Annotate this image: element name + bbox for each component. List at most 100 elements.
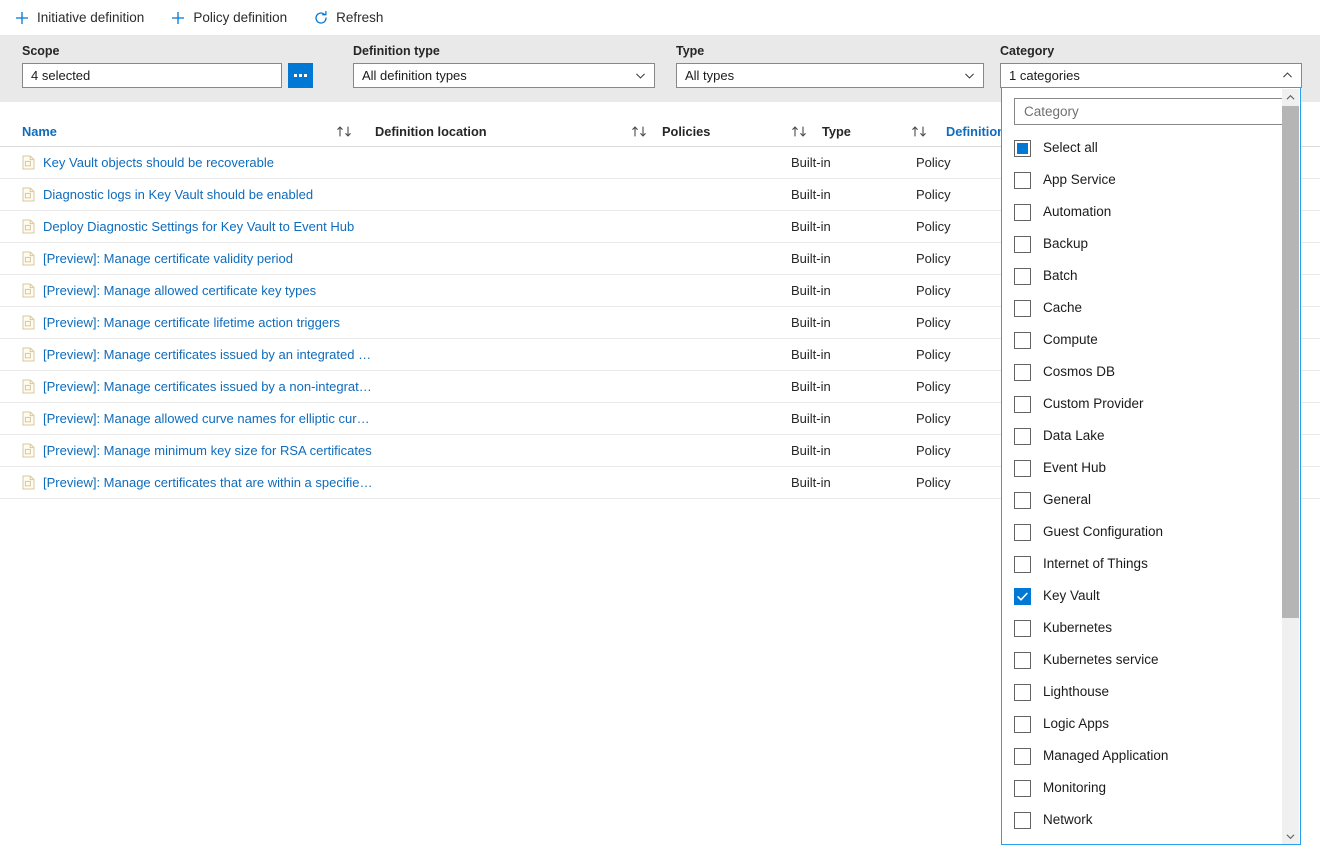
category-option[interactable]: Event Hub bbox=[1014, 452, 1300, 484]
category-dropdown-scrollbar[interactable] bbox=[1282, 89, 1299, 845]
checkbox-unchecked-icon[interactable] bbox=[1014, 780, 1031, 797]
sort-toggle-name[interactable] bbox=[336, 125, 375, 138]
checkbox-unchecked-icon[interactable] bbox=[1014, 524, 1031, 541]
category-option[interactable]: Backup bbox=[1014, 228, 1300, 260]
checkbox-unchecked-icon[interactable] bbox=[1014, 172, 1031, 189]
category-option[interactable]: Cosmos DB bbox=[1014, 356, 1300, 388]
policy-name-link[interactable]: [Preview]: Manage certificates that are … bbox=[43, 475, 372, 490]
category-option[interactable]: Kubernetes service bbox=[1014, 644, 1300, 676]
cell-name: [Preview]: Manage certificate lifetime a… bbox=[22, 315, 375, 330]
new-initiative-definition-button[interactable]: Initiative definition bbox=[14, 3, 154, 33]
category-option-label: Backup bbox=[1043, 237, 1088, 251]
cell-type: Built-in bbox=[791, 379, 916, 394]
category-option-list: Select all App ServiceAutomation Backup Ba… bbox=[1002, 132, 1300, 836]
checkbox-unchecked-icon[interactable] bbox=[1014, 652, 1031, 669]
policy-name-link[interactable]: [Preview]: Manage allowed certificate ke… bbox=[43, 283, 316, 298]
chevron-up-icon bbox=[1286, 93, 1295, 102]
category-select[interactable]: 1 categories bbox=[1000, 63, 1302, 88]
type-label: Type bbox=[676, 44, 984, 58]
checkbox-unchecked-icon[interactable] bbox=[1014, 812, 1031, 829]
checkbox-checked-icon[interactable] bbox=[1014, 588, 1031, 605]
checkbox-unchecked-icon[interactable] bbox=[1014, 428, 1031, 445]
refresh-icon bbox=[313, 10, 329, 26]
policy-name-link[interactable]: [Preview]: Manage certificates issued by… bbox=[43, 347, 375, 362]
category-option[interactable]: Custom Provider bbox=[1014, 388, 1300, 420]
policy-name-link[interactable]: [Preview]: Manage certificates issued by… bbox=[43, 379, 372, 394]
checkbox-unchecked-icon[interactable] bbox=[1014, 268, 1031, 285]
definition-type-select[interactable]: All definition types bbox=[353, 63, 655, 88]
checkbox-unchecked-icon[interactable] bbox=[1014, 620, 1031, 637]
category-option[interactable]: General bbox=[1014, 484, 1300, 516]
column-header-type[interactable]: Type bbox=[822, 124, 911, 139]
policy-name-link[interactable]: [Preview]: Manage allowed curve names fo… bbox=[43, 411, 375, 426]
cell-type: Built-in bbox=[791, 283, 916, 298]
category-option[interactable]: Cache bbox=[1014, 292, 1300, 324]
category-option[interactable]: Key Vault bbox=[1014, 580, 1300, 612]
checkbox-unchecked-icon[interactable] bbox=[1014, 716, 1031, 733]
scope-filter: Scope 4 selected bbox=[22, 44, 314, 88]
category-option[interactable]: Automation bbox=[1014, 196, 1300, 228]
category-option[interactable]: Managed Application bbox=[1014, 740, 1300, 772]
cell-type: Built-in bbox=[791, 411, 916, 426]
category-option-label: Compute bbox=[1043, 333, 1098, 347]
policy-name-link[interactable]: [Preview]: Manage certificate lifetime a… bbox=[43, 315, 340, 330]
chevron-down-icon bbox=[963, 69, 976, 82]
category-option-label: Internet of Things bbox=[1043, 557, 1148, 571]
sort-toggle-policies[interactable] bbox=[791, 125, 822, 138]
column-header-policies[interactable]: Policies bbox=[662, 124, 791, 139]
dot-icon bbox=[299, 74, 302, 77]
checkbox-unchecked-icon[interactable] bbox=[1014, 364, 1031, 381]
checkbox-unchecked-icon[interactable] bbox=[1014, 492, 1031, 509]
policy-name-link[interactable]: Key Vault objects should be recoverable bbox=[43, 155, 274, 170]
checkbox-unchecked-icon[interactable] bbox=[1014, 204, 1031, 221]
checkbox-unchecked-icon[interactable] bbox=[1014, 236, 1031, 253]
checkbox-unchecked-icon[interactable] bbox=[1014, 684, 1031, 701]
scope-input[interactable]: 4 selected bbox=[22, 63, 282, 88]
category-option[interactable]: Network bbox=[1014, 804, 1300, 836]
category-option[interactable]: Logic Apps bbox=[1014, 708, 1300, 740]
policy-document-icon bbox=[22, 315, 35, 330]
command-toolbar: Initiative definition Policy definition … bbox=[0, 0, 1320, 36]
category-option[interactable]: Data Lake bbox=[1014, 420, 1300, 452]
category-option[interactable]: Monitoring bbox=[1014, 772, 1300, 804]
sort-toggle-type[interactable] bbox=[911, 125, 946, 138]
scope-ellipsis-button[interactable] bbox=[288, 63, 313, 88]
checkbox-unchecked-icon[interactable] bbox=[1014, 396, 1031, 413]
category-filter: Category 1 categories bbox=[1000, 44, 1302, 88]
column-header-name[interactable]: Name bbox=[22, 124, 336, 139]
type-select[interactable]: All types bbox=[676, 63, 984, 88]
checkbox-unchecked-icon[interactable] bbox=[1014, 300, 1031, 317]
category-search-input[interactable] bbox=[1014, 98, 1288, 125]
category-option-select-all[interactable]: Select all bbox=[1014, 132, 1300, 164]
refresh-button[interactable]: Refresh bbox=[313, 3, 393, 33]
category-option[interactable]: Batch bbox=[1014, 260, 1300, 292]
category-option[interactable]: App Service bbox=[1014, 164, 1300, 196]
category-option[interactable]: Internet of Things bbox=[1014, 548, 1300, 580]
column-header-definition-location[interactable]: Definition location bbox=[375, 124, 631, 139]
category-option[interactable]: Lighthouse bbox=[1014, 676, 1300, 708]
new-initiative-definition-label: Initiative definition bbox=[37, 11, 144, 25]
checkbox-unchecked-icon[interactable] bbox=[1014, 460, 1031, 477]
category-option[interactable]: Compute bbox=[1014, 324, 1300, 356]
scroll-down-button[interactable] bbox=[1282, 828, 1299, 845]
policy-document-icon bbox=[22, 283, 35, 298]
checkbox-unchecked-icon[interactable] bbox=[1014, 556, 1031, 573]
new-policy-definition-button[interactable]: Policy definition bbox=[170, 3, 297, 33]
policy-name-link[interactable]: Deploy Diagnostic Settings for Key Vault… bbox=[43, 219, 354, 234]
policy-name-link[interactable]: [Preview]: Manage minimum key size for R… bbox=[43, 443, 372, 458]
checkbox-unchecked-icon[interactable] bbox=[1014, 332, 1031, 349]
sort-toggle-definition-location[interactable] bbox=[631, 125, 662, 138]
scrollbar-thumb[interactable] bbox=[1282, 106, 1299, 618]
category-option[interactable]: Guest Configuration bbox=[1014, 516, 1300, 548]
definition-type-filter: Definition type All definition types bbox=[353, 44, 655, 88]
scroll-up-button[interactable] bbox=[1282, 89, 1299, 106]
dot-icon bbox=[294, 74, 297, 77]
checkbox-unchecked-icon[interactable] bbox=[1014, 748, 1031, 765]
definition-type-value: All definition types bbox=[362, 68, 467, 83]
cell-type: Built-in bbox=[791, 219, 916, 234]
policy-name-link[interactable]: [Preview]: Manage certificate validity p… bbox=[43, 251, 293, 266]
checkbox-indeterminate-icon[interactable] bbox=[1014, 140, 1031, 157]
category-option-label: Kubernetes bbox=[1043, 621, 1112, 635]
policy-name-link[interactable]: Diagnostic logs in Key Vault should be e… bbox=[43, 187, 313, 202]
category-option[interactable]: Kubernetes bbox=[1014, 612, 1300, 644]
